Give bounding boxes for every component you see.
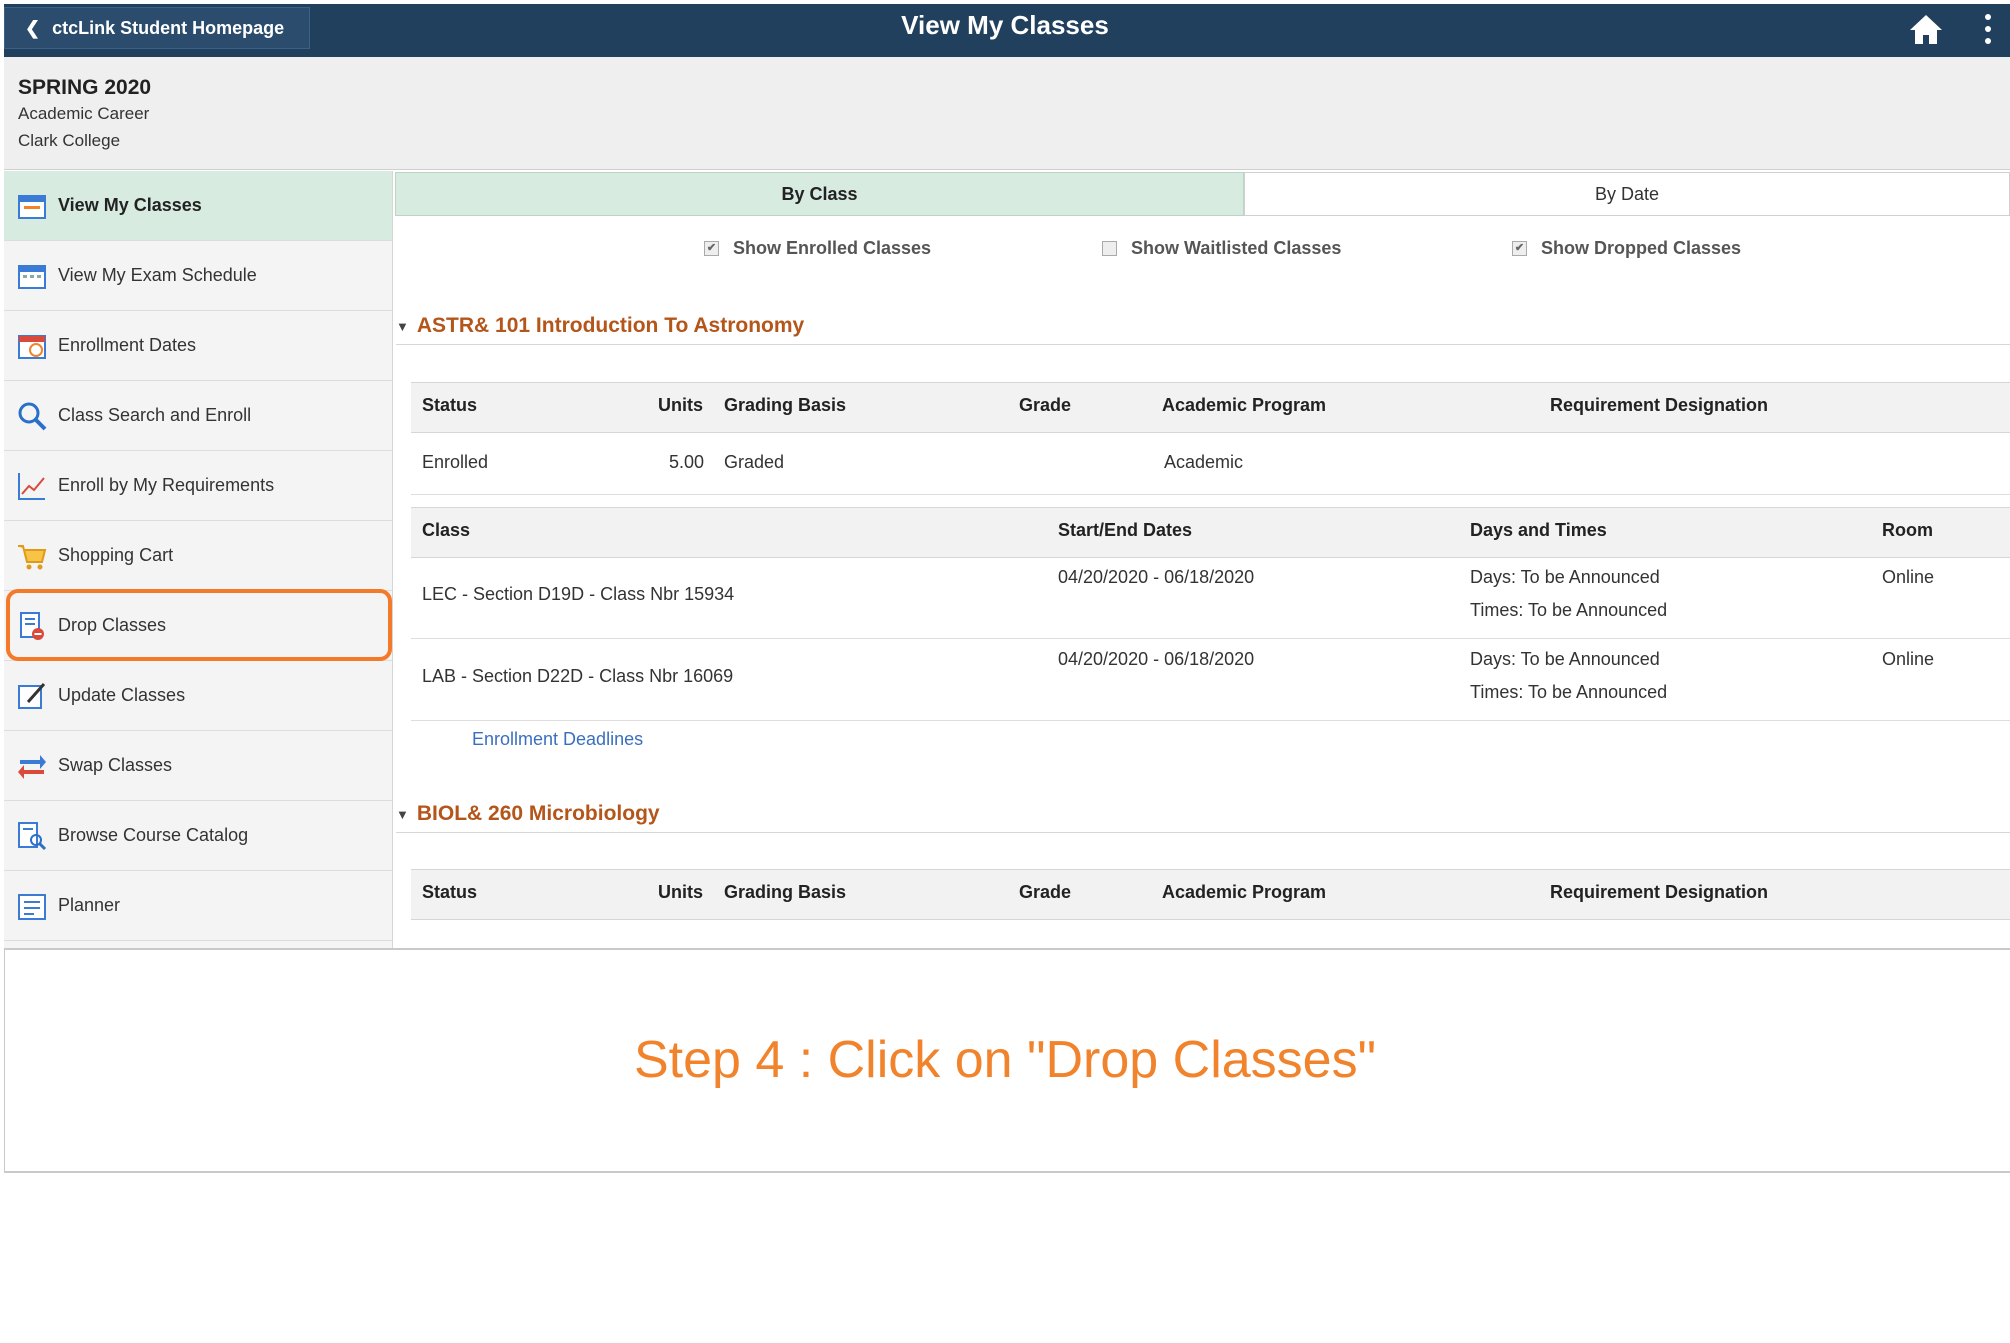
search-icon bbox=[18, 402, 47, 430]
col-academic-program: Academic Program bbox=[1162, 395, 1327, 415]
col-academic-program: Academic Program bbox=[1162, 882, 1327, 902]
show-waitlisted-checkbox[interactable]: Show Waitlisted Classes bbox=[1102, 238, 1341, 259]
col-grade: Grade bbox=[1019, 882, 1072, 902]
sidebar-item-label: Browse Course Catalog bbox=[58, 825, 249, 845]
col-units: Units bbox=[658, 882, 703, 902]
sidebar-item-browse-catalog[interactable]: Browse Course Catalog bbox=[4, 801, 392, 871]
exam-calendar-icon bbox=[18, 264, 46, 289]
drop-classes-highlight bbox=[6, 589, 392, 661]
vertical-dots-icon[interactable] bbox=[1982, 12, 1994, 46]
edit-document-icon bbox=[18, 682, 46, 709]
sidebar-item-label: Enrollment Dates bbox=[58, 335, 197, 355]
collapse-triangle-icon: ▼ bbox=[396, 318, 409, 334]
calendar-clock-icon bbox=[18, 334, 46, 359]
sidebar-item-view-my-exam-schedule[interactable]: View My Exam Schedule bbox=[4, 241, 392, 311]
row-divider bbox=[411, 494, 2010, 495]
catalog-search-icon bbox=[18, 821, 47, 850]
sidebar-item-class-search[interactable]: Class Search and Enroll bbox=[4, 381, 392, 451]
cell-times: Times: To be Announced bbox=[1470, 600, 1668, 620]
calendar-icon bbox=[18, 194, 46, 219]
sidebar-item-label: Swap Classes bbox=[58, 755, 173, 775]
col-grading-basis: Grading Basis bbox=[724, 882, 847, 902]
cell-dates: 04/20/2020 - 06/18/2020 bbox=[1058, 567, 1255, 587]
col-grade: Grade bbox=[1019, 395, 1072, 415]
tab-by-date[interactable]: By Date bbox=[1244, 172, 2010, 216]
cell-days: Days: To be Announced bbox=[1470, 649, 1660, 669]
show-enrolled-checkbox[interactable]: ✔ Show Enrolled Classes bbox=[704, 238, 931, 259]
col-status: Status bbox=[422, 882, 478, 902]
col-status: Status bbox=[422, 395, 478, 415]
cell-room: Online bbox=[1882, 567, 1935, 587]
sidebar-item-enrollment-dates[interactable]: Enrollment Dates bbox=[4, 311, 392, 381]
term-title: SPRING 2020 bbox=[18, 76, 152, 99]
checkbox-label: Show Dropped Classes bbox=[1541, 238, 1742, 258]
sidebar-item-label: Shopping Cart bbox=[58, 545, 174, 565]
row-divider bbox=[411, 720, 2010, 721]
term-panel bbox=[4, 57, 2010, 170]
cell-status: Enrolled bbox=[422, 452, 489, 472]
col-requirement: Requirement Designation bbox=[1550, 882, 1769, 902]
checkbox-checked-icon: ✔ bbox=[704, 241, 719, 256]
home-icon[interactable] bbox=[1908, 12, 1944, 46]
tab-by-class[interactable]: By Class bbox=[395, 172, 1244, 216]
checkbox-label: Show Waitlisted Classes bbox=[1131, 238, 1342, 258]
step-caption: Step 4 : Click on "Drop Classes" bbox=[633, 1031, 1377, 1089]
cell-days: Days: To be Announced bbox=[1470, 567, 1660, 587]
cell-academic-program: Academic bbox=[1164, 452, 1244, 472]
term-college: Clark College bbox=[18, 131, 121, 150]
col-class: Class bbox=[422, 520, 471, 540]
cell-dates: 04/20/2020 - 06/18/2020 bbox=[1058, 649, 1255, 669]
sidebar-item-label: View My Exam Schedule bbox=[58, 265, 257, 285]
sidebar-item-label: Update Classes bbox=[58, 685, 186, 705]
row-divider bbox=[411, 638, 2010, 639]
cell-grading-basis: Graded bbox=[724, 452, 785, 472]
chevron-left-icon: ❮ bbox=[25, 17, 41, 38]
sidebar-item-swap-classes[interactable]: Swap Classes bbox=[4, 731, 392, 801]
cell-room: Online bbox=[1882, 649, 1935, 669]
back-label: ctcLink Student Homepage bbox=[52, 17, 285, 38]
checkbox-unchecked-icon bbox=[1102, 241, 1117, 256]
cell-times: Times: To be Announced bbox=[1470, 682, 1668, 702]
checkbox-checked-icon: ✔ bbox=[1512, 241, 1527, 256]
col-requirement: Requirement Designation bbox=[1550, 395, 1769, 415]
col-grading-basis: Grading Basis bbox=[724, 395, 847, 415]
checkbox-label: Show Enrolled Classes bbox=[733, 238, 932, 258]
col-units: Units bbox=[658, 395, 703, 415]
divider bbox=[396, 344, 2010, 345]
col-room: Room bbox=[1882, 520, 1933, 540]
course-title-text: BIOL& 260 Microbiology bbox=[416, 802, 660, 825]
sidebar-item-view-my-classes[interactable]: View My Classes bbox=[4, 171, 392, 241]
enrollment-deadlines-link[interactable]: Enrollment Deadlines bbox=[472, 729, 643, 750]
cell-class: LEC - Section D19D - Class Nbr 15934 bbox=[422, 584, 735, 604]
sidebar-item-label: Class Search and Enroll bbox=[58, 405, 252, 425]
collapse-triangle-icon: ▼ bbox=[396, 806, 409, 822]
divider bbox=[396, 832, 2010, 833]
back-button[interactable]: ❮ ctcLink Student Homepage bbox=[4, 7, 310, 49]
planner-icon bbox=[18, 893, 46, 920]
cell-class: LAB - Section D22D - Class Nbr 16069 bbox=[422, 666, 734, 686]
course-title-biol260[interactable]: ▼ BIOL& 260 Microbiology bbox=[396, 802, 660, 826]
sidebar-item-shopping-cart[interactable]: Shopping Cart bbox=[4, 521, 392, 591]
sidebar-item-label: Enroll by My Requirements bbox=[58, 475, 275, 495]
sidebar-item-planner[interactable]: Planner bbox=[4, 871, 392, 941]
term-career: Academic Career bbox=[18, 104, 150, 123]
sidebar-item-label: View My Classes bbox=[58, 195, 202, 215]
col-days-times: Days and Times bbox=[1470, 520, 1607, 540]
class-table-header bbox=[411, 507, 2010, 558]
sidebar-item-label: Planner bbox=[58, 895, 121, 915]
course-title-astr101[interactable]: ▼ ASTR& 101 Introduction To Astronomy bbox=[396, 314, 804, 338]
show-dropped-checkbox[interactable]: ✔ Show Dropped Classes bbox=[1512, 238, 1741, 259]
swap-arrows-icon bbox=[18, 754, 46, 779]
col-start-end-dates: Start/End Dates bbox=[1058, 520, 1193, 540]
sidebar-item-enroll-by-requirements[interactable]: Enroll by My Requirements bbox=[4, 451, 392, 521]
cart-icon bbox=[18, 544, 47, 569]
course-title-text: ASTR& 101 Introduction To Astronomy bbox=[416, 314, 805, 337]
sidebar-item-update-classes[interactable]: Update Classes bbox=[4, 661, 392, 731]
chart-line-icon bbox=[18, 472, 45, 500]
cell-units: 5.00 bbox=[669, 452, 705, 472]
